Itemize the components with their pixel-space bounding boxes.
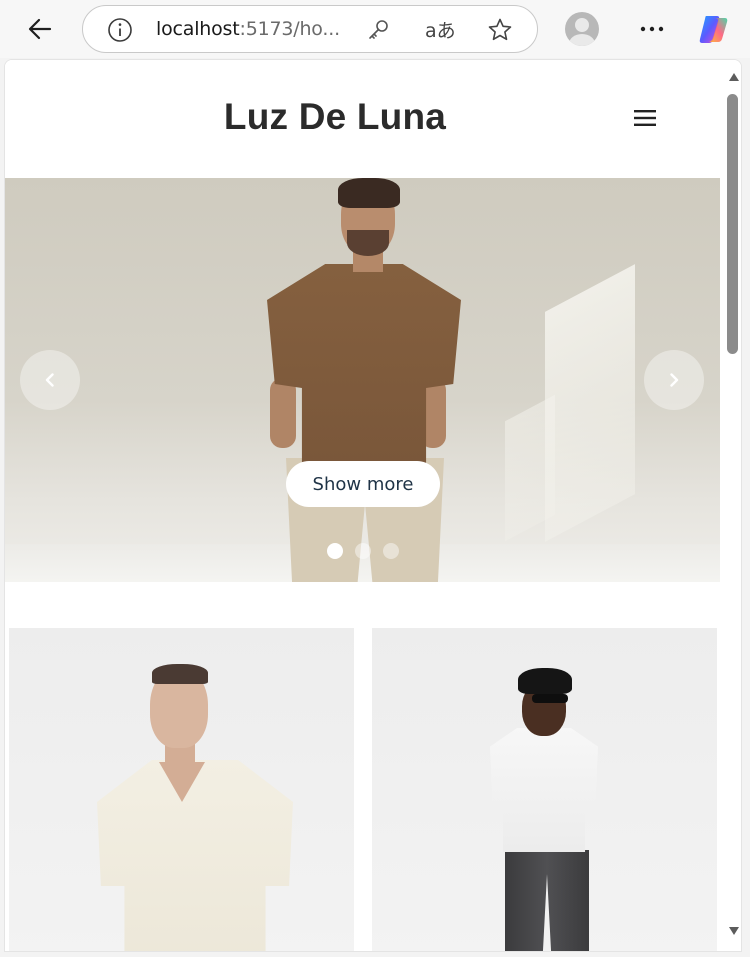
page-scrollbar[interactable] [724, 60, 741, 951]
model-beard [347, 230, 389, 256]
menu-button[interactable] [629, 102, 661, 134]
model-arm [270, 378, 296, 448]
carousel-dots [327, 543, 399, 559]
translate-icon[interactable]: aあ [425, 16, 456, 43]
chevron-left-icon [45, 373, 54, 387]
carousel-prev-button[interactable] [20, 350, 80, 410]
show-more-button[interactable]: Show more [286, 461, 440, 507]
star-icon[interactable] [487, 17, 513, 43]
carousel-dot[interactable] [383, 543, 399, 559]
model-hair [338, 178, 400, 208]
copilot-button[interactable] [694, 9, 734, 49]
model-hair [152, 664, 208, 684]
chevron-right-icon [670, 373, 679, 387]
hero-light-patch [545, 264, 635, 542]
scrollbar-thumb[interactable] [727, 94, 738, 354]
scroll-down-arrow-icon[interactable] [728, 926, 740, 936]
hero-carousel[interactable]: Show more [5, 178, 720, 582]
brand-logo[interactable]: Luz De Luna [5, 96, 665, 138]
product-shirt [490, 728, 598, 852]
url-host: localhost [156, 18, 240, 40]
copilot-icon [699, 16, 728, 43]
sunglasses [532, 694, 568, 703]
info-icon[interactable] [107, 17, 133, 43]
carousel-dot[interactable] [355, 543, 371, 559]
product-pants [505, 850, 589, 951]
more-icon [640, 26, 664, 32]
scroll-up-arrow-icon[interactable] [728, 72, 740, 82]
browser-toolbar: localhost:5173/ho... aあ [0, 0, 750, 58]
back-arrow-icon [28, 18, 52, 40]
profile-button[interactable] [562, 9, 602, 49]
profile-icon [565, 12, 599, 46]
site-header: Luz De Luna [5, 60, 720, 178]
address-bar[interactable]: localhost:5173/ho... aあ [82, 5, 538, 53]
product-card[interactable] [372, 628, 717, 951]
product-card[interactable] [9, 628, 354, 951]
url-rest: :5173/ho... [239, 18, 341, 40]
key-icon[interactable] [366, 18, 390, 42]
back-button[interactable] [20, 9, 60, 49]
product-grid [9, 628, 719, 951]
page-viewport: Luz De Luna Show more [4, 59, 742, 952]
carousel-dot[interactable] [327, 543, 343, 559]
more-options-button[interactable] [632, 9, 672, 49]
model-hair [518, 668, 572, 694]
product-shirt [97, 760, 293, 951]
hamburger-menu-icon [634, 110, 656, 126]
url-text[interactable]: localhost:5173/ho... [156, 18, 340, 40]
carousel-next-button[interactable] [644, 350, 704, 410]
